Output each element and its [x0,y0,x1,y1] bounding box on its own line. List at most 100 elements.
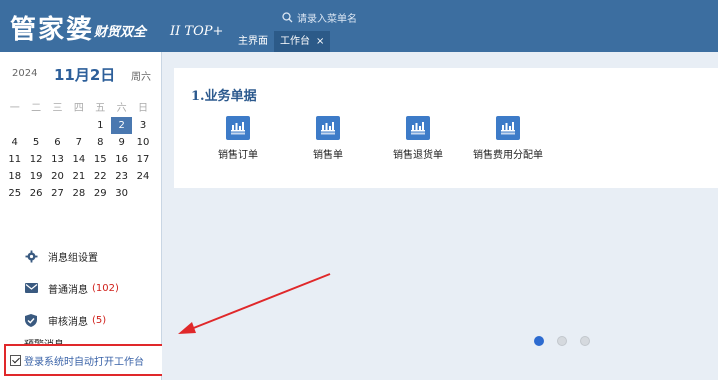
calendar-date: 11月2日 [54,66,116,84]
page-dot[interactable] [580,336,590,346]
message-group-settings[interactable]: 消息组设置 [0,240,162,272]
weekday-header: 六 [116,103,127,114]
calendar-week-row: 25 26 27 28 29 30 [4,185,154,202]
tab-home[interactable]: 主界面 [232,31,274,52]
close-icon[interactable]: × [316,31,324,52]
audit-messages[interactable]: 审核消息 (5) [0,304,162,336]
weekday-header: 二 [31,103,42,114]
message-group-settings-label: 消息组设置 [48,252,98,264]
calendar-day[interactable]: 9 [111,134,132,151]
logo-subtitle: 财贸双全 [94,25,147,40]
calendar-day[interactable]: 15 [90,151,111,168]
calendar-day[interactable]: 5 [25,134,46,151]
auto-open-checkbox[interactable] [10,354,21,366]
function-label: 销售单 [313,150,343,161]
menu-search[interactable]: 请录入菜单名 [282,8,452,26]
document-icon[interactable] [406,116,430,140]
calendar-day[interactable]: 23 [111,168,132,185]
calendar-day [47,117,68,134]
workbench-area: 1.业务单据 销售订单 销售单 销售退货单 销售费用分配单 [162,52,718,380]
search-icon [282,11,293,22]
shield-icon [24,313,38,327]
function-tile[interactable]: 销售订单 [198,116,278,161]
calendar-day [4,117,25,134]
auto-open-workbench-option[interactable]: 登录系统时自动打开工作台 [4,344,168,376]
calendar-day[interactable]: 12 [25,151,46,168]
calendar-day[interactable]: 10 [132,134,153,151]
calendar-week-row: 11 12 13 14 15 16 17 [4,151,154,168]
calendar-day [132,185,153,202]
gear-icon [24,249,38,263]
calendar-day[interactable]: 24 [132,168,153,185]
document-icon[interactable] [496,116,520,140]
function-label: 销售退货单 [393,150,443,161]
normal-messages[interactable]: 普通消息 (102) [0,272,162,304]
calendar-day[interactable]: 17 [132,151,153,168]
calendar-day[interactable]: 2 [110,117,133,134]
page-dot[interactable] [557,336,567,346]
mail-icon [24,281,38,295]
document-icon[interactable] [226,116,250,140]
calendar-day[interactable]: 7 [68,134,89,151]
normal-messages-label: 普通消息 [48,284,88,296]
page-dot[interactable] [534,336,544,346]
logo-edition: II TOP+ [170,24,224,39]
logo-main: 管家婆 [10,15,95,45]
audit-messages-label: 审核消息 [48,316,88,328]
calendar-header: 2024 11月2日 周六 [0,64,162,84]
section-title: 1.业务单据 [191,89,257,104]
weekday-header: 一 [9,103,20,114]
message-list: 消息组设置 普通消息 (102) 审核消息 (5) 预警消息 [0,240,162,348]
calendar-day [68,117,89,134]
calendar-day[interactable]: 11 [4,151,25,168]
calendar-day[interactable]: 21 [68,168,89,185]
calendar-day[interactable]: 19 [25,168,46,185]
tab-workbench-label: 工作台 [280,36,310,47]
audit-messages-count: (5) [92,314,107,326]
calendar-day[interactable]: 18 [4,168,25,185]
document-icon[interactable] [316,116,340,140]
tab-bar: 主界面 工作台 × [232,31,331,52]
calendar-day[interactable]: 27 [47,185,68,202]
weekday-header: 三 [52,103,63,114]
calendar-day[interactable]: 20 [47,168,68,185]
app-header: 管家婆 财贸双全 II TOP+ 请录入菜单名 主界面 工作台 × [0,0,718,52]
calendar-day[interactable]: 28 [68,185,89,202]
calendar-day[interactable]: 8 [90,134,111,151]
calendar-day[interactable]: 13 [47,151,68,168]
calendar-day[interactable]: 1 [90,117,111,134]
tab-workbench[interactable]: 工作台 × [274,31,331,52]
normal-messages-count: (102) [92,282,119,294]
calendar-day[interactable]: 25 [4,185,25,202]
calendar-day[interactable]: 26 [25,185,46,202]
function-label: 销售费用分配单 [473,150,543,161]
function-tile[interactable]: 销售退货单 [378,116,458,161]
function-tile[interactable]: 销售费用分配单 [468,116,548,161]
calendar-week-row: 4 5 6 7 8 9 10 [4,134,154,151]
calendar-weekday: 周六 [131,72,151,83]
calendar-day[interactable]: 4 [4,134,25,151]
weekday-header: 五 [95,103,106,114]
weekday-header: 四 [73,103,84,114]
function-tile[interactable]: 销售单 [288,116,368,161]
calendar-grid: 一二三四五六日 1 2 3 4 5 6 7 8 9 10 11 12 13 14 15 16 17 18 19 20 21… [4,100,154,202]
calendar-week-row: 18 19 20 21 22 23 24 [4,168,154,185]
calendar-year: 2024 [12,68,38,79]
page-indicator [534,336,603,346]
calendar-day[interactable]: 29 [90,185,111,202]
business-documents-panel: 1.业务单据 销售订单 销售单 销售退货单 销售费用分配单 [174,68,718,188]
calendar-day[interactable]: 3 [132,117,153,134]
function-label: 销售订单 [218,150,258,161]
calendar-week-row: 123 [4,117,154,134]
calendar-day [25,117,46,134]
calendar-day[interactable]: 30 [111,185,132,202]
left-panel: 2024 11月2日 周六 一二三四五六日 1 2 3 4 5 6 7 8 9 10 11 12 13 14… [0,52,168,380]
search-placeholder[interactable]: 请录入菜单名 [297,10,357,25]
calendar-day[interactable]: 6 [47,134,68,151]
weekday-header: 日 [138,103,149,114]
auto-open-label[interactable]: 登录系统时自动打开工作台 [24,353,144,368]
calendar-day[interactable]: 16 [111,151,132,168]
calendar-day[interactable]: 14 [68,151,89,168]
calendar-weekday-row: 一二三四五六日 [4,100,154,117]
calendar-day[interactable]: 22 [90,168,111,185]
